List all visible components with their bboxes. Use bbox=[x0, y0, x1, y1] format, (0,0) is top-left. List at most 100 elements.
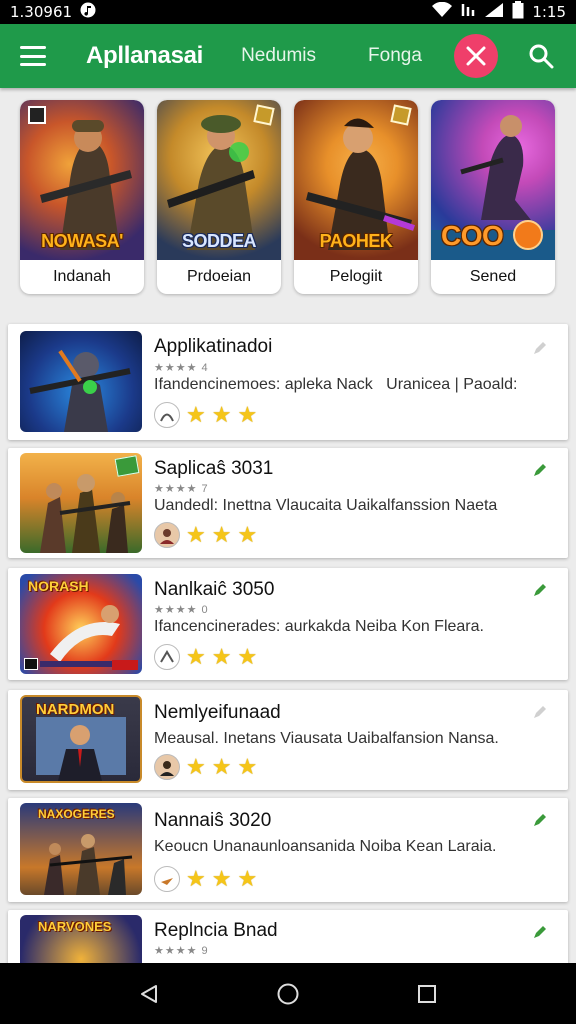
list-thumbnail: NARDMON bbox=[20, 695, 142, 783]
home-icon bbox=[277, 983, 299, 1004]
status-time: 1:15 bbox=[532, 3, 566, 21]
status-left-text: 1.30961 bbox=[10, 3, 73, 21]
edit-icon[interactable] bbox=[532, 582, 548, 598]
featured-card[interactable]: NOWASA' Indanah bbox=[20, 100, 144, 294]
featured-name: Sened bbox=[469, 268, 517, 285]
list-item-title: Saplicaŝ 3031 bbox=[154, 458, 274, 479]
featured-card[interactable]: COO Sened bbox=[431, 100, 555, 294]
list-item[interactable]: NORASH Nanlkaiĉ 3050 ★★★★ 0 Ifancenciner… bbox=[8, 568, 568, 680]
featured-art-title: NOWASA' bbox=[41, 231, 123, 251]
featured-art: SODDEA bbox=[157, 100, 281, 260]
list-item[interactable]: NARVONES Replncia Bnad ★★★★ 9 bbox=[8, 910, 568, 970]
featured-name: Prdoeian bbox=[186, 268, 252, 285]
featured-logo-icon bbox=[513, 220, 543, 250]
search-icon bbox=[529, 44, 554, 69]
featured-art: COO bbox=[431, 100, 555, 260]
thumbnail-title: NORASH bbox=[28, 578, 89, 594]
edit-icon[interactable] bbox=[532, 924, 548, 940]
thumbnail-title: NARVONES bbox=[38, 919, 112, 934]
recents-button[interactable] bbox=[407, 974, 447, 1014]
list-item-meta: ★★★★ 7 bbox=[154, 483, 209, 495]
close-button[interactable] bbox=[453, 34, 498, 78]
edit-icon[interactable] bbox=[532, 812, 548, 828]
star-icon: ★ bbox=[237, 644, 258, 669]
list-item-meta: ★★★★ 9 bbox=[154, 945, 209, 957]
home-button[interactable] bbox=[268, 974, 308, 1014]
signal-alt-icon bbox=[460, 2, 476, 22]
rating-badge-icon bbox=[24, 658, 38, 670]
featured-art-title: PAOHEK bbox=[319, 231, 393, 251]
rating: ★ ★ ★ bbox=[154, 522, 257, 548]
list-item-meta: ★★★★ 0 bbox=[154, 604, 209, 616]
menu-icon[interactable] bbox=[20, 46, 46, 66]
featured-art: NOWASA' bbox=[20, 100, 144, 260]
rating: ★ ★ ★ bbox=[154, 644, 257, 670]
app-title: Apllanasai bbox=[86, 42, 204, 69]
featured-card[interactable]: PAOHEK Pelogiit bbox=[294, 100, 418, 294]
star-icon: ★ bbox=[211, 866, 232, 891]
featured-card[interactable]: SODDEA Prdoeian bbox=[157, 100, 281, 294]
developer-avatar bbox=[154, 866, 180, 892]
wifi-icon bbox=[432, 1, 453, 22]
star-icon: ★ bbox=[211, 754, 232, 779]
developer-avatar bbox=[154, 522, 180, 548]
list-item[interactable]: Saplicaŝ 3031 ★★★★ 7 Uandedl: Inettna Vl… bbox=[8, 448, 568, 558]
star-icon: ★ bbox=[211, 522, 232, 547]
list-item[interactable]: NAXOGERES Nannaiŝ 3020 Keoucn Unanaunloa… bbox=[8, 798, 568, 902]
app-bar: Apllanasai Nedumis Fonga bbox=[0, 24, 576, 88]
list-thumbnail: NAXOGERES bbox=[20, 803, 142, 895]
close-icon bbox=[466, 46, 486, 66]
star-icon: ★ bbox=[186, 402, 206, 427]
navigation-bar bbox=[0, 963, 576, 1024]
thumbnail-title: NARDMON bbox=[36, 701, 115, 718]
developer-avatar bbox=[154, 754, 180, 780]
star-icon: ★ bbox=[237, 754, 258, 779]
star-icon: ★ bbox=[211, 402, 232, 427]
list-thumbnail bbox=[20, 453, 142, 553]
status-bar: 1.30961 1:15 bbox=[0, 0, 576, 24]
publisher-logo-icon bbox=[112, 660, 138, 670]
star-icon: ★ bbox=[186, 522, 206, 547]
featured-carousel: NOWASA' Indanah SODDEA Prdoeian PAOHEK P… bbox=[20, 100, 560, 296]
list-thumbnail bbox=[20, 331, 142, 432]
recents-icon bbox=[417, 984, 436, 1003]
game-badge-icon bbox=[253, 104, 275, 126]
game-badge-icon bbox=[28, 106, 46, 124]
list-item-title: Nanlkaiĉ 3050 bbox=[154, 579, 275, 600]
edit-icon[interactable] bbox=[532, 462, 548, 478]
thumbnail-title: NAXOGERES bbox=[38, 807, 115, 821]
featured-art-title: SODDEA bbox=[181, 231, 257, 251]
star-icon: ★ bbox=[237, 522, 258, 547]
star-icon: ★ bbox=[186, 754, 206, 779]
list-item-description: Uandedl: Inettna Vlaucaita Uaikalfanssio… bbox=[154, 497, 498, 514]
game-badge-icon bbox=[114, 455, 140, 477]
featured-name: Indanah bbox=[53, 268, 111, 285]
tab-nedumis[interactable]: Nedumis bbox=[241, 45, 316, 67]
star-icon: ★ bbox=[237, 866, 258, 891]
developer-avatar bbox=[154, 402, 180, 428]
list-thumbnail: NARVONES bbox=[20, 915, 142, 970]
rating: ★ ★ ★ bbox=[154, 402, 257, 428]
game-badge-icon bbox=[390, 104, 412, 126]
back-icon bbox=[141, 984, 158, 1003]
cell-signal-icon bbox=[484, 2, 504, 22]
list-item-title: Nemlyeifunaad bbox=[154, 702, 281, 723]
list-item[interactable]: NARDMON Nemlyeifunaad Meausal. Inetans V… bbox=[8, 690, 568, 790]
list-item-title: Applikatinadoi bbox=[154, 336, 273, 357]
rating: ★ ★ ★ bbox=[154, 754, 257, 780]
star-icon: ★ bbox=[186, 644, 206, 669]
edit-icon[interactable] bbox=[532, 704, 548, 720]
back-button[interactable] bbox=[129, 974, 169, 1014]
tab-fonga[interactable]: Fonga bbox=[368, 45, 422, 67]
search-button[interactable] bbox=[528, 43, 554, 69]
featured-name: Pelogiit bbox=[329, 268, 383, 285]
battery-icon bbox=[512, 1, 524, 23]
list-item-description: Ifandencinemoes: apleka Nack Uranicea | … bbox=[154, 376, 518, 393]
list-item-description: Meausal. Inetans Viausata Uaibalfansion … bbox=[154, 730, 499, 747]
featured-art: PAOHEK bbox=[294, 100, 418, 260]
star-icon: ★ bbox=[211, 644, 232, 669]
list-item[interactable]: Applikatinadoi ★★★★ 4 Ifandencinemoes: a… bbox=[8, 324, 568, 440]
developer-avatar bbox=[154, 644, 180, 670]
edit-icon[interactable] bbox=[532, 340, 548, 356]
list-item-title: Nannaiŝ 3020 bbox=[154, 810, 272, 831]
